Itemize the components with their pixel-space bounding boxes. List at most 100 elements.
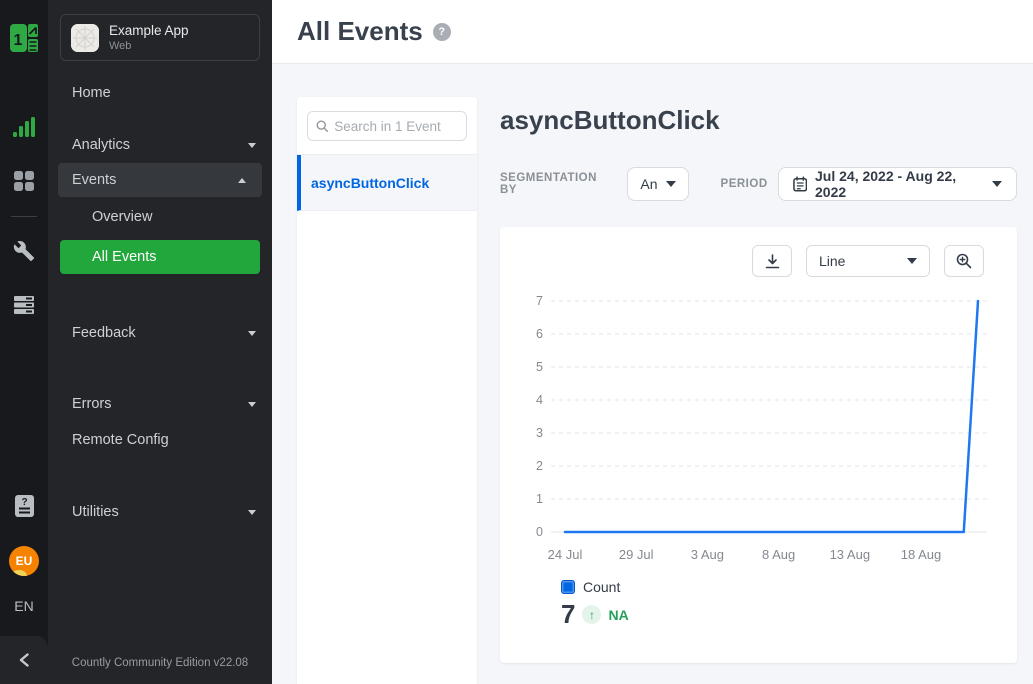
sidebar-item-analytics[interactable]: Analytics bbox=[48, 127, 272, 163]
report-question-icon: ? bbox=[14, 494, 35, 518]
period-value: Jul 24, 2022 - Aug 22, 2022 bbox=[815, 168, 984, 200]
svg-text:18 Aug: 18 Aug bbox=[901, 547, 942, 562]
segmentation-value: An bbox=[640, 176, 657, 192]
avatar-initials: EU bbox=[16, 554, 33, 568]
svg-text:13 Aug: 13 Aug bbox=[830, 547, 871, 562]
sidebar-item-label: Home bbox=[72, 85, 111, 101]
chart-type-value: Line bbox=[819, 253, 845, 269]
analytics-bars-icon bbox=[12, 116, 36, 138]
chevron-down-icon bbox=[248, 510, 256, 515]
sidebar-item-events-overview[interactable]: Overview bbox=[48, 199, 272, 235]
server-icon bbox=[13, 295, 35, 315]
icon-rail: 1 bbox=[0, 0, 48, 684]
sidebar-item-label: Utilities bbox=[72, 504, 119, 520]
line-chart[interactable]: 0123456724 Jul29 Jul3 Aug8 Aug13 Aug18 A… bbox=[515, 285, 1002, 577]
event-title: asyncButtonClick bbox=[500, 105, 1017, 136]
period-select[interactable]: Jul 24, 2022 - Aug 22, 2022 bbox=[778, 167, 1017, 201]
legend-total-value: 7 bbox=[561, 599, 575, 630]
segmentation-select[interactable]: An bbox=[627, 167, 688, 201]
svg-text:5: 5 bbox=[536, 360, 543, 374]
legend-series-row: Count bbox=[561, 579, 1002, 595]
legend-series-label: Count bbox=[583, 579, 620, 595]
event-detail-panel: asyncButtonClick SEGMENTATION BY An PERI… bbox=[500, 64, 1017, 684]
svg-text:0: 0 bbox=[536, 525, 543, 539]
collapse-sidebar-button[interactable] bbox=[0, 636, 48, 684]
chevron-left-icon bbox=[19, 653, 29, 667]
sidebar-item-label: Events bbox=[72, 172, 116, 188]
sidebar-item-label: All Events bbox=[92, 249, 156, 265]
language-selector[interactable]: EN bbox=[14, 598, 33, 614]
sidebar-item-utilities[interactable]: Utilities bbox=[48, 494, 272, 530]
version-footer: Countly Community Edition v22.08 bbox=[48, 645, 272, 684]
app-name: Example App bbox=[109, 23, 189, 38]
period-label: PERIOD bbox=[721, 178, 768, 190]
sidebar: Example App Web Home Analytics Events Ov… bbox=[48, 0, 272, 684]
search-box bbox=[307, 111, 467, 141]
help-icon[interactable]: ? bbox=[433, 23, 451, 41]
events-list-card: asyncButtonClick bbox=[297, 97, 477, 684]
chart-legend: Count 7 ↑ NA bbox=[561, 579, 1002, 630]
app-type: Web bbox=[109, 40, 189, 52]
legend-checkbox[interactable] bbox=[561, 580, 575, 594]
search-input[interactable] bbox=[334, 119, 458, 134]
chevron-down-icon bbox=[907, 258, 917, 264]
sidebar-item-label: Analytics bbox=[72, 137, 130, 153]
avatar[interactable]: EU bbox=[9, 546, 39, 576]
chevron-down-icon bbox=[992, 181, 1002, 187]
rail-data-manager-button[interactable] bbox=[8, 291, 40, 319]
segmentation-label: SEGMENTATION BY bbox=[500, 172, 613, 196]
countly-logo-icon: 1 bbox=[9, 22, 39, 54]
zoom-chart-button[interactable] bbox=[944, 245, 984, 277]
chevron-down-icon bbox=[666, 181, 676, 187]
download-chart-button[interactable] bbox=[752, 245, 792, 277]
wrench-icon bbox=[13, 240, 35, 262]
calendar-icon bbox=[793, 176, 807, 192]
search-icon bbox=[316, 119, 328, 133]
sidebar-item-errors[interactable]: Errors bbox=[48, 386, 272, 422]
sidebar-item-feedback[interactable]: Feedback bbox=[48, 315, 272, 351]
svg-text:4: 4 bbox=[536, 393, 543, 407]
svg-text:8 Aug: 8 Aug bbox=[762, 547, 795, 562]
page-title: All Events bbox=[297, 16, 423, 47]
sidebar-item-label: Remote Config bbox=[72, 432, 169, 448]
sidebar-item-label: Feedback bbox=[72, 325, 136, 341]
download-icon bbox=[765, 254, 780, 269]
event-item-label: asyncButtonClick bbox=[311, 175, 429, 191]
svg-text:3 Aug: 3 Aug bbox=[691, 547, 724, 562]
rail-apps-button[interactable] bbox=[8, 167, 40, 195]
sidebar-item-label: Overview bbox=[92, 209, 152, 225]
app-selector[interactable]: Example App Web bbox=[60, 14, 260, 61]
svg-text:29 Jul: 29 Jul bbox=[619, 547, 654, 562]
chevron-down-icon bbox=[248, 402, 256, 407]
svg-text:?: ? bbox=[21, 497, 27, 508]
sidebar-item-all-events[interactable]: All Events bbox=[60, 240, 260, 274]
svg-text:3: 3 bbox=[536, 426, 543, 440]
rail-divider bbox=[11, 216, 37, 217]
zoom-in-icon bbox=[956, 253, 972, 269]
topbar: All Events ? bbox=[272, 0, 1033, 64]
svg-text:1: 1 bbox=[14, 32, 23, 49]
rail-report-manager-button[interactable]: ? bbox=[8, 492, 40, 520]
sidebar-item-remote-config[interactable]: Remote Config bbox=[48, 422, 272, 458]
sidebar-item-home[interactable]: Home bbox=[48, 75, 272, 111]
chevron-down-icon bbox=[248, 143, 256, 148]
chart-toolbar: Line bbox=[515, 245, 1002, 277]
svg-text:2: 2 bbox=[536, 459, 543, 473]
rail-management-button[interactable] bbox=[8, 237, 40, 265]
sidebar-item-label: Errors bbox=[72, 396, 111, 412]
event-list-item[interactable]: asyncButtonClick bbox=[297, 155, 477, 211]
controls-row: SEGMENTATION BY An PERIOD Jul 24, 2022 -… bbox=[500, 167, 1017, 201]
chevron-down-icon bbox=[248, 331, 256, 336]
apps-grid-icon bbox=[13, 170, 35, 192]
trend-change-value: NA bbox=[608, 607, 628, 623]
legend-total-row: 7 ↑ NA bbox=[561, 599, 1002, 630]
content-area: asyncButtonClick asyncButtonClick SEGMEN… bbox=[272, 64, 1033, 684]
event-list: asyncButtonClick bbox=[297, 154, 477, 211]
app-icon bbox=[71, 24, 99, 52]
countly-logo[interactable]: 1 bbox=[9, 22, 39, 59]
rail-analytics-button[interactable] bbox=[8, 113, 40, 141]
sidebar-item-events[interactable]: Events bbox=[58, 163, 262, 197]
app-selector-text: Example App Web bbox=[109, 23, 189, 52]
svg-text:7: 7 bbox=[536, 294, 543, 308]
chart-type-select[interactable]: Line bbox=[806, 245, 930, 277]
